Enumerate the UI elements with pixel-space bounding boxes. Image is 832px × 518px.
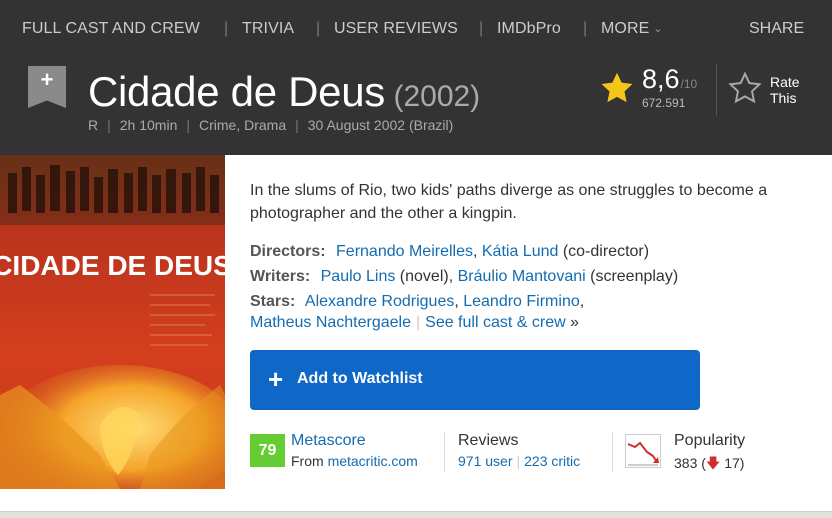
director-link[interactable]: Kátia Lund [482, 243, 559, 260]
arrow-down-icon: 🡇 [705, 455, 721, 471]
page-title: Cidade de Deus (2002) [88, 68, 480, 116]
nav-more-label: MORE [601, 20, 650, 37]
writers-label: Writers: [250, 268, 311, 285]
nav-user-reviews[interactable]: USER REVIEWS [334, 20, 458, 38]
reviews-label: Reviews [458, 432, 519, 449]
poster-image[interactable]: CIDADE DE DEUS [0, 155, 225, 489]
nav-separator: | [224, 20, 229, 37]
poster-graphic: CIDADE DE DEUS [0, 155, 225, 489]
popularity-value: 383 (🡇 17) [674, 455, 745, 471]
nav-full-cast[interactable]: FULL CAST AND CREW [22, 20, 200, 38]
metascore-source: From metacritic.com [291, 453, 418, 469]
writer-role: (screenplay) [590, 268, 679, 285]
writer-link[interactable]: Bráulio Mantovani [458, 268, 586, 285]
add-to-watchlist-label: Add to Watchlist [297, 370, 423, 387]
poster-title: CIDADE DE DEUS [0, 250, 225, 281]
movie-year[interactable]: (2002) [393, 80, 480, 113]
metacritic-link[interactable]: metacritic.com [328, 453, 418, 469]
director-role: (co-director) [562, 243, 650, 260]
credits: Directors: Fernando Meirelles, Kátia Lun… [250, 241, 810, 337]
star-icon [601, 72, 633, 103]
critic-reviews-link[interactable]: 223 critic [524, 453, 580, 469]
writer-link[interactable]: Paulo Lins [321, 268, 396, 285]
divider [612, 432, 613, 472]
reviews-links: 971 user | 223 critic [458, 453, 581, 469]
divider [444, 432, 445, 472]
add-to-watchlist-button[interactable]: + Add to Watchlist [250, 350, 700, 410]
bottom-strip [0, 511, 832, 518]
title-meta: R | 2h 10min | Crime, Drama | 30 August 2002 (… [88, 117, 454, 133]
popularity-chart-icon [625, 434, 661, 468]
nav-separator: | [583, 20, 588, 37]
star-link[interactable]: Alexandre Rodrigues [305, 293, 454, 310]
share-button[interactable]: SHARE [749, 20, 804, 38]
director-link[interactable]: Fernando Meirelles [336, 243, 473, 260]
sub-navigation: FULL CAST AND CREW | TRIVIA | USER REVIE… [0, 0, 832, 60]
stars-label: Stars: [250, 293, 296, 310]
double-chevron-down-icon: ⌄ [653, 23, 663, 35]
writers-row: Writers: Paulo Lins (novel), Bráulio Man… [250, 268, 679, 285]
rate-this-label: Rate This [770, 74, 800, 106]
metascore-link[interactable]: Metascore [291, 432, 366, 450]
title-reviews-bar: 79 Metascore From metacritic.com Reviews… [250, 432, 830, 472]
writer-role: (novel) [399, 268, 449, 285]
nav-imdbpro[interactable]: IMDbPro [497, 20, 561, 38]
add-to-watchlist-ribbon[interactable]: + [28, 66, 66, 108]
certificate: R [88, 117, 99, 133]
star-outline-icon [728, 71, 762, 104]
genres[interactable]: Crime, Drama [199, 117, 286, 133]
plus-icon: + [40, 67, 54, 92]
nav-trivia[interactable]: TRIVIA [242, 20, 294, 38]
popularity-label: Popularity [674, 432, 746, 449]
movie-title: Cidade de Deus [88, 68, 385, 115]
rating-score: 8,6/10 [642, 64, 698, 94]
directors-label: Directors: [250, 243, 326, 260]
user-reviews-link[interactable]: 971 user [458, 453, 512, 469]
see-full-cast-link[interactable]: See full cast & crew [425, 314, 566, 331]
plot-summary: In the slums of Rio, two kids' paths div… [250, 182, 768, 222]
directors-row: Directors: Fernando Meirelles, Kátia Lun… [250, 243, 650, 260]
nav-more[interactable]: MORE ⌄ [601, 20, 663, 38]
star-link[interactable]: Leandro Firmino [463, 293, 580, 310]
divider [716, 64, 717, 116]
star-link[interactable]: Matheus Nachtergaele [250, 314, 411, 331]
rate-this-button[interactable]: Rate This [726, 70, 826, 110]
stars-row: Stars: Alexandre Rodrigues, Leandro Firm… [250, 293, 585, 331]
title-header: FULL CAST AND CREW | TRIVIA | USER REVIE… [0, 0, 832, 155]
rating-votes[interactable]: 672.591 [642, 96, 685, 110]
metascore-badge[interactable]: 79 [250, 434, 285, 467]
title-overview: CIDADE DE DEUS In the slums of Rio, two … [0, 155, 832, 511]
nav-separator: | [316, 20, 321, 37]
plus-icon: + [268, 364, 284, 394]
nav-separator: | [479, 20, 484, 37]
release-date[interactable]: 30 August 2002 (Brazil) [308, 117, 454, 133]
runtime: 2h 10min [119, 117, 178, 133]
see-full-arrow: » [570, 314, 579, 331]
